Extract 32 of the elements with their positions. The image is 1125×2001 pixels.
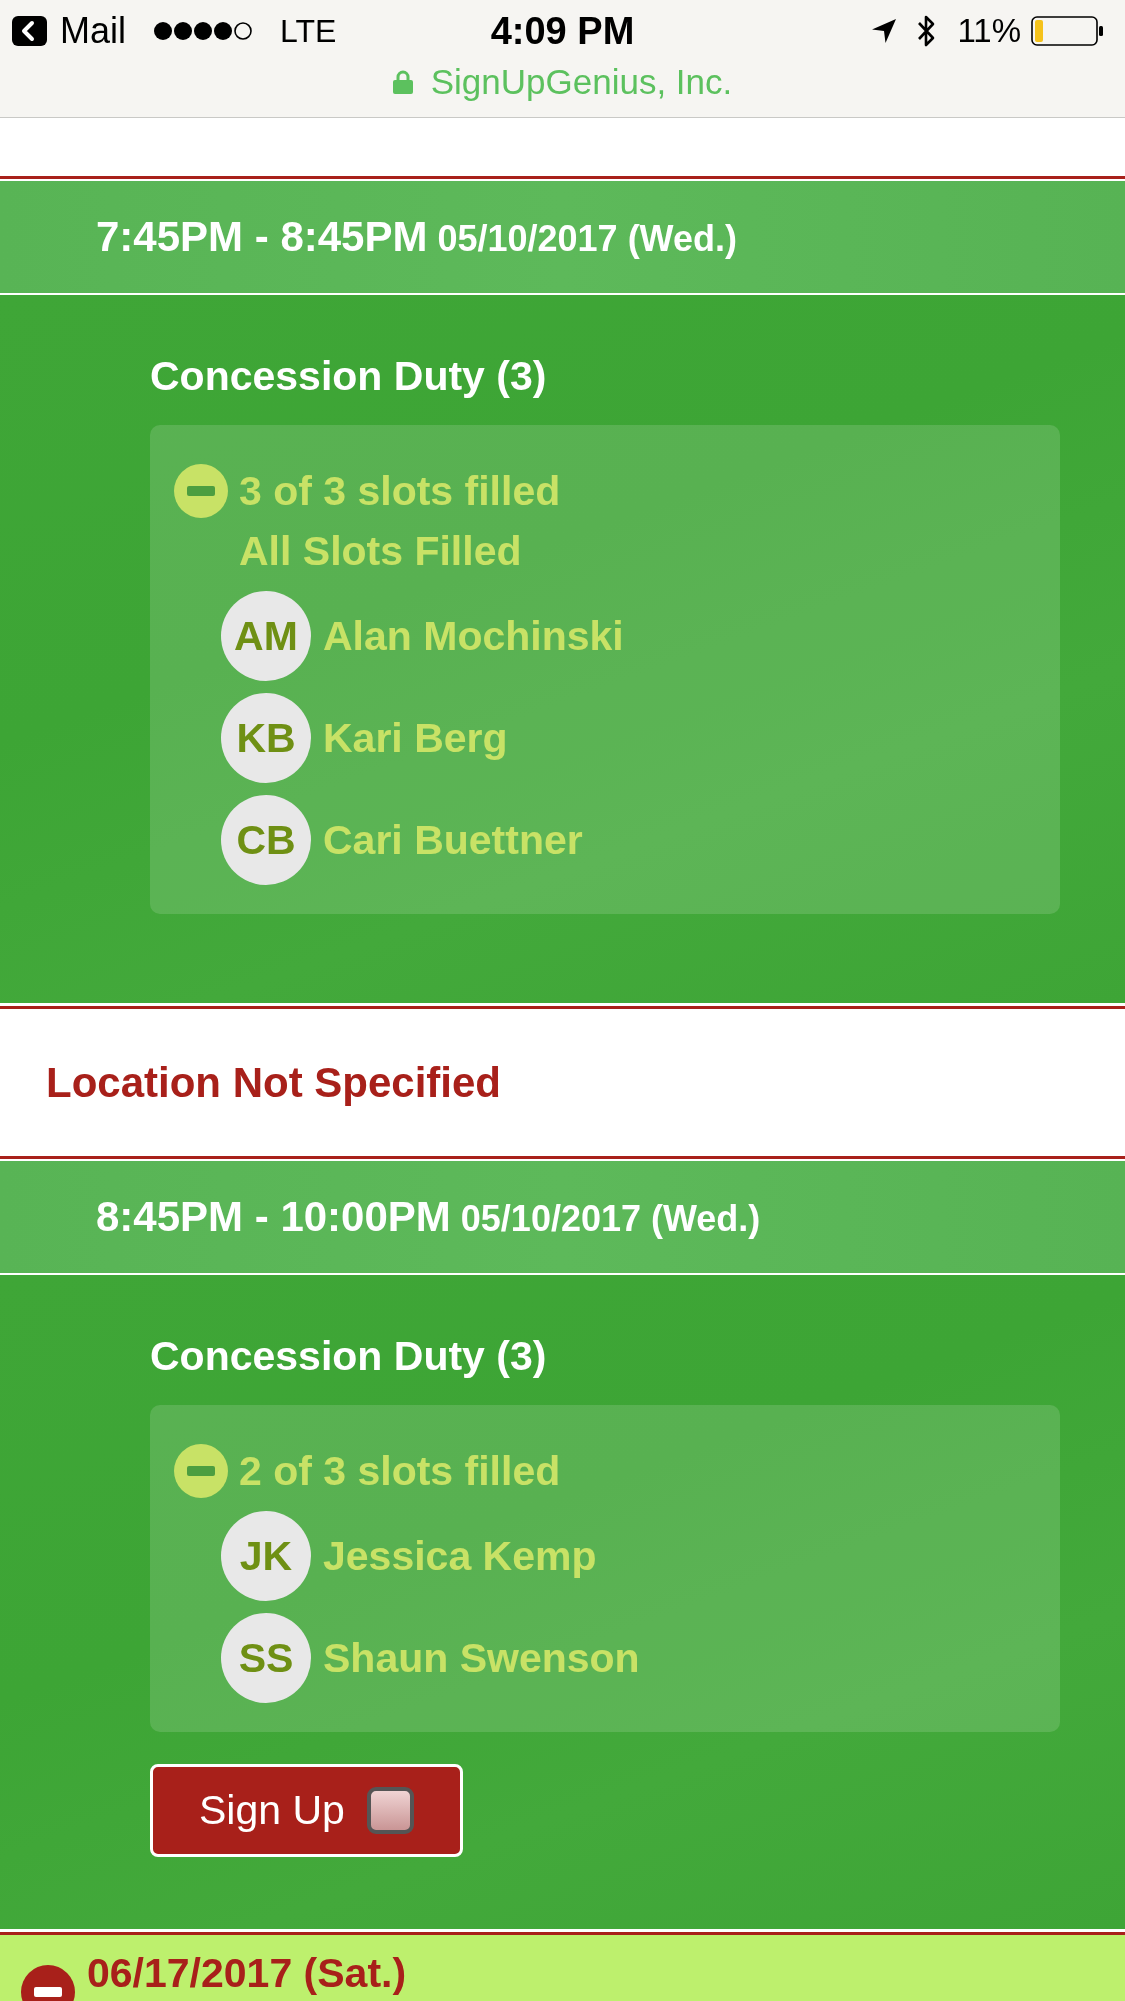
slots-summary: 2 of 3 slots filled	[239, 1447, 561, 1496]
slot-title: Concession Duty (3)	[150, 1333, 548, 1379]
avatar: AM	[221, 591, 311, 681]
back-label[interactable]: Mail	[60, 10, 126, 52]
battery-icon	[1031, 16, 1104, 46]
location-arrow-icon	[871, 18, 898, 44]
back-icon[interactable]	[12, 16, 47, 46]
date-heading: 06/17/2017 (Sat.)	[87, 1951, 407, 1995]
signal-icon	[153, 21, 253, 41]
slot-date: 05/10/2017 (Wed.)	[460, 1198, 761, 1240]
volunteer-name: Shaun Swenson	[323, 1634, 640, 1683]
avatar: JK	[221, 1511, 311, 1601]
location-heading: Location Not Specified	[46, 1058, 502, 1107]
back-link[interactable]: Mail	[12, 10, 126, 52]
battery-percent: 11%	[957, 12, 1021, 50]
time-range: 7:45PM - 8:45PM	[96, 213, 428, 261]
time-range: 8:45PM - 10:00PM	[96, 1193, 451, 1241]
clock-time: 4:09 PM	[490, 9, 635, 53]
avatar: CB	[221, 795, 311, 885]
checkbox[interactable]	[366, 1787, 414, 1834]
volunteer-name: Cari Buettner	[323, 816, 583, 865]
volunteer-name: Jessica Kemp	[323, 1532, 597, 1581]
volunteer-name: Alan Mochinski	[323, 612, 624, 661]
network-type: LTE	[280, 12, 337, 50]
sign-up-button[interactable]: Sign Up	[150, 1764, 463, 1857]
slots-summary: 3 of 3 slots filled	[239, 467, 561, 516]
volunteer-name: Kari Berg	[323, 714, 508, 763]
avatar: SS	[221, 1613, 311, 1703]
slot-title: Concession Duty (3)	[150, 353, 548, 399]
slots-status: All Slots Filled	[239, 527, 522, 576]
avatar: KB	[221, 693, 311, 783]
slot-date: 05/10/2017 (Wed.)	[437, 218, 737, 260]
